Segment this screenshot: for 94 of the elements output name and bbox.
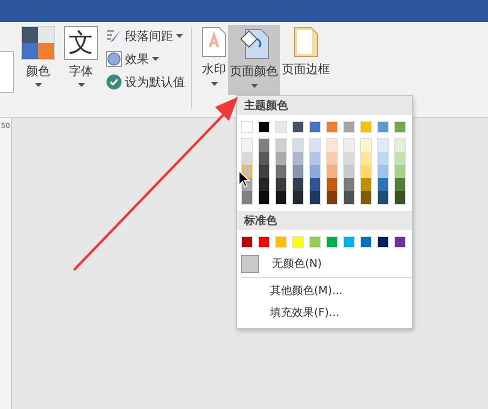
color-swatch[interactable]	[326, 121, 338, 133]
spacing-button[interactable]: 段落间距	[106, 27, 185, 45]
color-swatch[interactable]	[360, 236, 372, 248]
color-swatch[interactable]	[394, 236, 406, 248]
checkmark-icon	[106, 74, 122, 90]
no-color-menu-item[interactable]: 无颜色(N)	[237, 253, 412, 275]
color-swatch[interactable]	[241, 236, 253, 248]
effects-button[interactable]: 效果	[106, 50, 185, 68]
color-swatch[interactable]	[360, 121, 372, 133]
color-swatch[interactable]	[378, 139, 388, 152]
color-swatch[interactable]	[276, 191, 286, 204]
color-swatch[interactable]	[395, 152, 405, 165]
color-swatch[interactable]	[293, 191, 303, 204]
color-swatch[interactable]	[310, 165, 320, 178]
color-swatch[interactable]	[395, 139, 405, 152]
page-color-button[interactable]: 页面颜色	[228, 25, 280, 95]
color-swatch[interactable]	[293, 139, 303, 152]
color-swatch[interactable]	[276, 152, 286, 165]
color-swatch[interactable]	[293, 152, 303, 165]
color-swatch[interactable]	[344, 139, 354, 152]
color-swatch[interactable]	[395, 165, 405, 178]
color-swatch[interactable]	[242, 165, 252, 178]
color-swatch[interactable]	[377, 121, 389, 133]
color-swatch[interactable]	[343, 121, 355, 133]
color-swatch[interactable]	[344, 178, 354, 191]
page-border-icon	[294, 27, 318, 57]
color-swatch[interactable]	[292, 236, 304, 248]
color-swatch[interactable]	[361, 139, 371, 152]
page-borders-button[interactable]: 页面边框	[280, 25, 332, 95]
color-swatch[interactable]	[361, 165, 371, 178]
color-swatch[interactable]	[310, 178, 320, 191]
color-swatch[interactable]	[309, 121, 321, 133]
color-swatch[interactable]	[259, 191, 269, 204]
menu-item[interactable]: 其他颜色(M)...	[237, 280, 412, 302]
color-swatch[interactable]	[259, 165, 269, 178]
color-swatch[interactable]	[310, 191, 320, 204]
color-scheme-icon	[21, 26, 55, 60]
color-swatch[interactable]	[242, 191, 252, 204]
color-swatch[interactable]	[361, 152, 371, 165]
color-swatch[interactable]	[378, 152, 388, 165]
watermark-button[interactable]: 水印	[200, 25, 228, 95]
color-swatch[interactable]	[326, 236, 338, 248]
document-icon	[202, 27, 226, 57]
color-swatch[interactable]	[395, 178, 405, 191]
color-swatch[interactable]	[327, 191, 337, 204]
color-swatch[interactable]	[259, 178, 269, 191]
color-swatch[interactable]	[275, 121, 287, 133]
color-swatch[interactable]	[344, 165, 354, 178]
circle-effects-icon	[106, 51, 122, 67]
fonts-button[interactable]: 文 字体	[62, 25, 100, 87]
color-swatch[interactable]	[292, 121, 304, 133]
caret-icon	[34, 83, 42, 87]
color-swatch[interactable]	[377, 236, 389, 248]
color-swatch[interactable]	[276, 139, 286, 152]
color-swatch[interactable]	[343, 236, 355, 248]
color-swatch[interactable]	[276, 165, 286, 178]
section-heading: 主题颜色	[237, 96, 412, 115]
color-swatch[interactable]	[241, 121, 253, 133]
color-swatch[interactable]	[327, 152, 337, 165]
color-swatch[interactable]	[394, 121, 406, 133]
dropdown-field[interactable]	[0, 51, 14, 93]
color-swatch[interactable]	[378, 178, 388, 191]
colors-button[interactable]: 颜色	[19, 25, 57, 87]
color-swatch[interactable]	[259, 152, 269, 165]
color-swatch[interactable]	[293, 178, 303, 191]
color-swatch[interactable]	[344, 191, 354, 204]
color-swatch[interactable]	[310, 152, 320, 165]
color-swatch[interactable]	[309, 236, 321, 248]
color-swatch[interactable]	[361, 178, 371, 191]
paragraph-spacing-icon	[106, 29, 122, 43]
color-swatch[interactable]	[242, 152, 252, 165]
color-swatch[interactable]	[327, 139, 337, 152]
caret-icon	[78, 83, 84, 87]
color-swatch[interactable]	[276, 178, 286, 191]
color-swatch[interactable]	[378, 191, 388, 204]
section-heading: 标准色	[237, 211, 412, 230]
color-swatch[interactable]	[258, 121, 270, 133]
color-swatch[interactable]	[293, 165, 303, 178]
color-swatch[interactable]	[344, 152, 354, 165]
color-swatch[interactable]	[259, 139, 269, 152]
menu-item[interactable]: 填充效果(F)...	[237, 302, 412, 324]
color-swatch[interactable]	[258, 236, 270, 248]
color-swatch[interactable]	[242, 139, 252, 152]
color-swatch[interactable]	[378, 165, 388, 178]
color-swatch[interactable]	[395, 191, 405, 204]
color-swatch[interactable]	[361, 191, 371, 204]
font-glyph-icon: 文	[64, 26, 98, 60]
color-swatch[interactable]	[275, 236, 287, 248]
page-paint-bucket-icon	[239, 27, 269, 59]
color-swatch[interactable]	[327, 165, 337, 178]
no-color-swatch-icon	[241, 255, 259, 273]
color-swatch[interactable]	[327, 178, 337, 191]
color-swatch[interactable]	[310, 139, 320, 152]
default-button[interactable]: 设为默认值	[106, 73, 185, 91]
